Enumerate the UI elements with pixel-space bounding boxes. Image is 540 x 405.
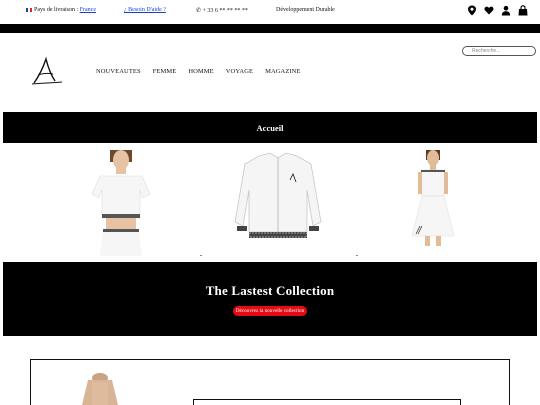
user-icon[interactable] xyxy=(501,5,511,16)
carousel-dot[interactable] xyxy=(356,255,358,256)
france-flag-icon xyxy=(26,7,32,12)
delivery-label: Pays de livraison : xyxy=(34,7,79,13)
nav-item-voyage[interactable]: VOYAGE xyxy=(226,68,253,75)
shopping-bag-icon[interactable] xyxy=(518,5,528,16)
location-pin-icon[interactable] xyxy=(467,5,477,16)
home-banner-title: Accueil xyxy=(256,122,284,133)
discover-collection-button[interactable]: Découvrez la nouvelle collection xyxy=(232,306,308,316)
header-icons xyxy=(467,5,528,16)
sustainable-link[interactable]: Développement Durable xyxy=(276,7,335,13)
product-image xyxy=(91,150,151,256)
delivery-country-link[interactable]: France xyxy=(80,7,96,13)
nav-item-homme[interactable]: HOMME xyxy=(188,68,213,75)
nav-item-magazine[interactable]: MAGAZINE xyxy=(265,68,300,75)
collection-banner: The Lastest Collection Découvrez la nouv… xyxy=(3,262,537,336)
help-link[interactable]: ¿ Besoin D'aide ? xyxy=(124,7,166,13)
home-banner: Accueil xyxy=(3,112,537,143)
product-image xyxy=(411,150,455,246)
carousel-dot[interactable] xyxy=(200,255,202,256)
product-hoodie-image[interactable] xyxy=(80,372,120,405)
collection-title: The Lastest Collection xyxy=(205,283,335,298)
product-crop-top-skirt[interactable] xyxy=(86,150,156,256)
brand-logo[interactable] xyxy=(30,56,64,86)
main-nav: NOUVEAUTES FEMME HOMME VOYAGE MAGAZINE xyxy=(96,68,301,75)
product-bomber-jacket[interactable] xyxy=(229,150,327,248)
phone-number: ✆ + 33 6 ** ** ** ** xyxy=(196,8,248,14)
heart-icon[interactable] xyxy=(484,5,494,16)
product-skater-dress[interactable] xyxy=(408,150,458,246)
header-divider-bar xyxy=(0,24,540,33)
nav-item-femme[interactable]: FEMME xyxy=(153,68,177,75)
search-input[interactable]: Recherche... xyxy=(462,46,536,56)
nav-item-nouveautes[interactable]: NOUVEAUTES xyxy=(96,68,141,75)
delivery-country: Pays de livraison : France xyxy=(26,7,96,13)
product-detail-panel xyxy=(193,399,461,405)
top-info-bar: Pays de livraison : France ¿ Besoin D'ai… xyxy=(0,0,540,24)
product-image xyxy=(234,152,322,238)
